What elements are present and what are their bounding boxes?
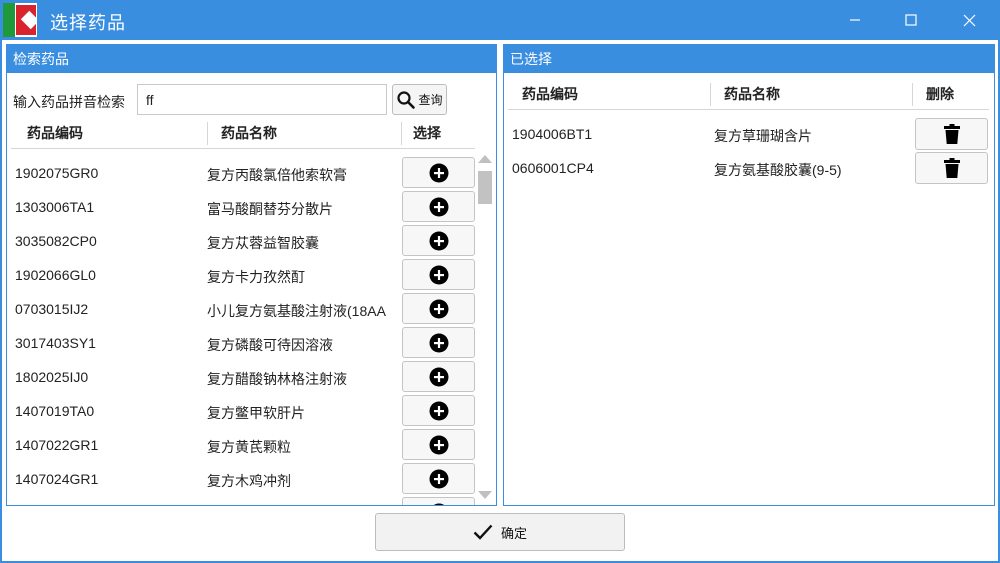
confirm-button[interactable]: 确定 xyxy=(375,513,625,551)
drug-name: 小儿复方氨基酸注射液(18AA xyxy=(207,303,386,319)
search-results-header: 药品编码 药品名称 选择 xyxy=(11,119,475,149)
drug-name: 复方氨基酸胶囊(9-5) xyxy=(714,162,842,178)
plus-circle-icon xyxy=(429,299,448,318)
confirm-label: 确定 xyxy=(500,525,527,541)
add-drug-button[interactable] xyxy=(402,259,475,290)
window-title: 选择药品 xyxy=(50,13,126,33)
add-drug-button[interactable] xyxy=(402,191,475,222)
column-drug-name: 药品名称 xyxy=(724,86,780,102)
delete-drug-button[interactable] xyxy=(915,152,988,184)
column-delete: 删除 xyxy=(926,86,954,102)
search-icon xyxy=(397,90,416,109)
table-row: 0606001CP4 复方氨基酸胶囊(9-5) xyxy=(504,151,994,185)
results-scrollbar[interactable] xyxy=(478,151,492,505)
table-row: 1902075GR0 复方丙酸氯倍他索软膏 xyxy=(7,156,475,190)
scroll-up-arrow-icon[interactable] xyxy=(478,155,492,163)
column-drug-name: 药品名称 xyxy=(221,125,277,141)
add-drug-button[interactable] xyxy=(402,463,475,494)
drug-name: 富马酸酮替芬分散片 xyxy=(207,201,333,217)
drug-name: 复方丙酸氯倍他索软膏 xyxy=(207,167,347,183)
table-row: 1802025IJ0 复方醋酸钠林格注射液 xyxy=(7,360,475,394)
drug-name: 复方鳖甲软肝片 xyxy=(207,405,305,421)
drug-name: 复方木鸡冲剂 xyxy=(207,473,291,489)
column-drug-code: 药品编码 xyxy=(522,86,578,102)
drug-code: 1407024GR1 xyxy=(15,471,99,487)
column-drug-code: 药品编码 xyxy=(27,125,83,141)
drug-code: 1802025IJ0 xyxy=(15,369,89,385)
table-row: 1407022GR1 复方黄芪颗粒 xyxy=(7,428,475,462)
scroll-down-arrow-icon[interactable] xyxy=(478,491,492,499)
drug-code: 1303006TA1 xyxy=(15,199,95,215)
drug-name: 复方醋酸钠林格注射液 xyxy=(207,371,347,387)
table-row: 1407024GR1 复方木鸡冲剂 xyxy=(7,462,475,496)
plus-circle-icon xyxy=(432,503,445,505)
trash-icon xyxy=(943,158,960,178)
add-drug-button[interactable] xyxy=(402,395,475,426)
check-icon xyxy=(473,524,493,540)
selected-drugs-panel: 已选择 药品编码 药品名称 删除 1904006BT1 复方草珊瑚含片 0606… xyxy=(503,44,995,506)
minimize-button[interactable] xyxy=(832,0,878,40)
column-select: 选择 xyxy=(413,125,441,141)
drug-name: 复方磷酸可待因溶液 xyxy=(207,337,333,353)
app-logo xyxy=(3,3,37,37)
add-drug-button[interactable] xyxy=(402,327,475,358)
table-row: 3017403SY1 复方磷酸可待因溶液 xyxy=(7,326,475,360)
add-drug-button[interactable] xyxy=(402,225,475,256)
add-drug-button[interactable] xyxy=(402,361,475,392)
add-drug-button[interactable] xyxy=(402,497,475,505)
plus-circle-icon xyxy=(429,265,448,284)
table-row: 1904006BT1 复方草珊瑚含片 xyxy=(504,117,994,151)
table-row xyxy=(7,496,475,505)
plus-circle-icon xyxy=(429,163,448,182)
maximize-button[interactable] xyxy=(888,0,934,40)
drug-name: 复方苁蓉益智胶囊 xyxy=(207,235,319,251)
search-panel-title: 检索药品 xyxy=(7,45,496,73)
close-button[interactable] xyxy=(946,0,992,40)
plus-circle-icon xyxy=(429,401,448,420)
drug-name: 复方草珊瑚含片 xyxy=(714,128,812,144)
trash-icon xyxy=(943,124,960,144)
close-icon xyxy=(963,14,975,26)
drug-name: 复方卡力孜然酊 xyxy=(207,269,305,285)
plus-circle-icon xyxy=(429,367,448,386)
plus-circle-icon xyxy=(429,231,448,250)
drug-code: 3035082CP0 xyxy=(15,233,97,249)
table-row: 1407019TA0 复方鳖甲软肝片 xyxy=(7,394,475,428)
drug-code: 0606001CP4 xyxy=(512,160,594,176)
add-drug-button[interactable] xyxy=(402,293,475,324)
selected-panel-title: 已选择 xyxy=(504,45,994,73)
plus-circle-icon xyxy=(429,435,448,454)
plus-circle-icon xyxy=(429,469,448,488)
drug-code: 1407019TA0 xyxy=(15,403,95,419)
window-client-area: 检索药品 输入药品拼音检索 查询 药品编码 药品名称 选择 1902075GR0… xyxy=(2,40,998,561)
drug-code: 1902075GR0 xyxy=(15,165,99,181)
scroll-thumb[interactable] xyxy=(478,171,492,204)
search-results-list: 1902075GR0 复方丙酸氯倍他索软膏 1303006TA1 富马酸酮替芬分… xyxy=(7,151,475,505)
search-drugs-panel: 检索药品 输入药品拼音检索 查询 药品编码 药品名称 选择 1902075GR0… xyxy=(6,44,497,506)
add-drug-button[interactable] xyxy=(402,157,475,188)
drug-code: 3017403SY1 xyxy=(15,335,96,351)
search-row: 输入药品拼音检索 查询 xyxy=(7,82,497,118)
plus-circle-icon xyxy=(429,197,448,216)
table-row: 1303006TA1 富马酸酮替芬分散片 xyxy=(7,190,475,224)
search-label: 输入药品拼音检索 xyxy=(13,94,125,110)
table-row: 1902066GL0 复方卡力孜然酊 xyxy=(7,258,475,292)
drug-code: 1407022GR1 xyxy=(15,437,99,453)
table-row: 0703015IJ2 小儿复方氨基酸注射液(18AA xyxy=(7,292,475,326)
selected-list-header: 药品编码 药品名称 删除 xyxy=(508,80,989,110)
table-row: 3035082CP0 复方苁蓉益智胶囊 xyxy=(7,224,475,258)
query-button[interactable]: 查询 xyxy=(392,84,447,115)
drug-code: 0703015IJ2 xyxy=(15,301,89,317)
drug-code: 1904006BT1 xyxy=(512,126,593,142)
drug-name: 复方黄芪颗粒 xyxy=(207,439,291,455)
add-drug-button[interactable] xyxy=(402,429,475,460)
maximize-icon xyxy=(905,14,917,26)
pinyin-search-input[interactable] xyxy=(137,84,387,115)
plus-circle-icon xyxy=(429,333,448,352)
title-bar: 选择药品 xyxy=(0,0,1000,40)
drug-code: 1902066GL0 xyxy=(15,267,96,283)
query-label: 查询 xyxy=(418,93,443,107)
minimize-icon xyxy=(850,19,860,21)
delete-drug-button[interactable] xyxy=(915,118,988,150)
